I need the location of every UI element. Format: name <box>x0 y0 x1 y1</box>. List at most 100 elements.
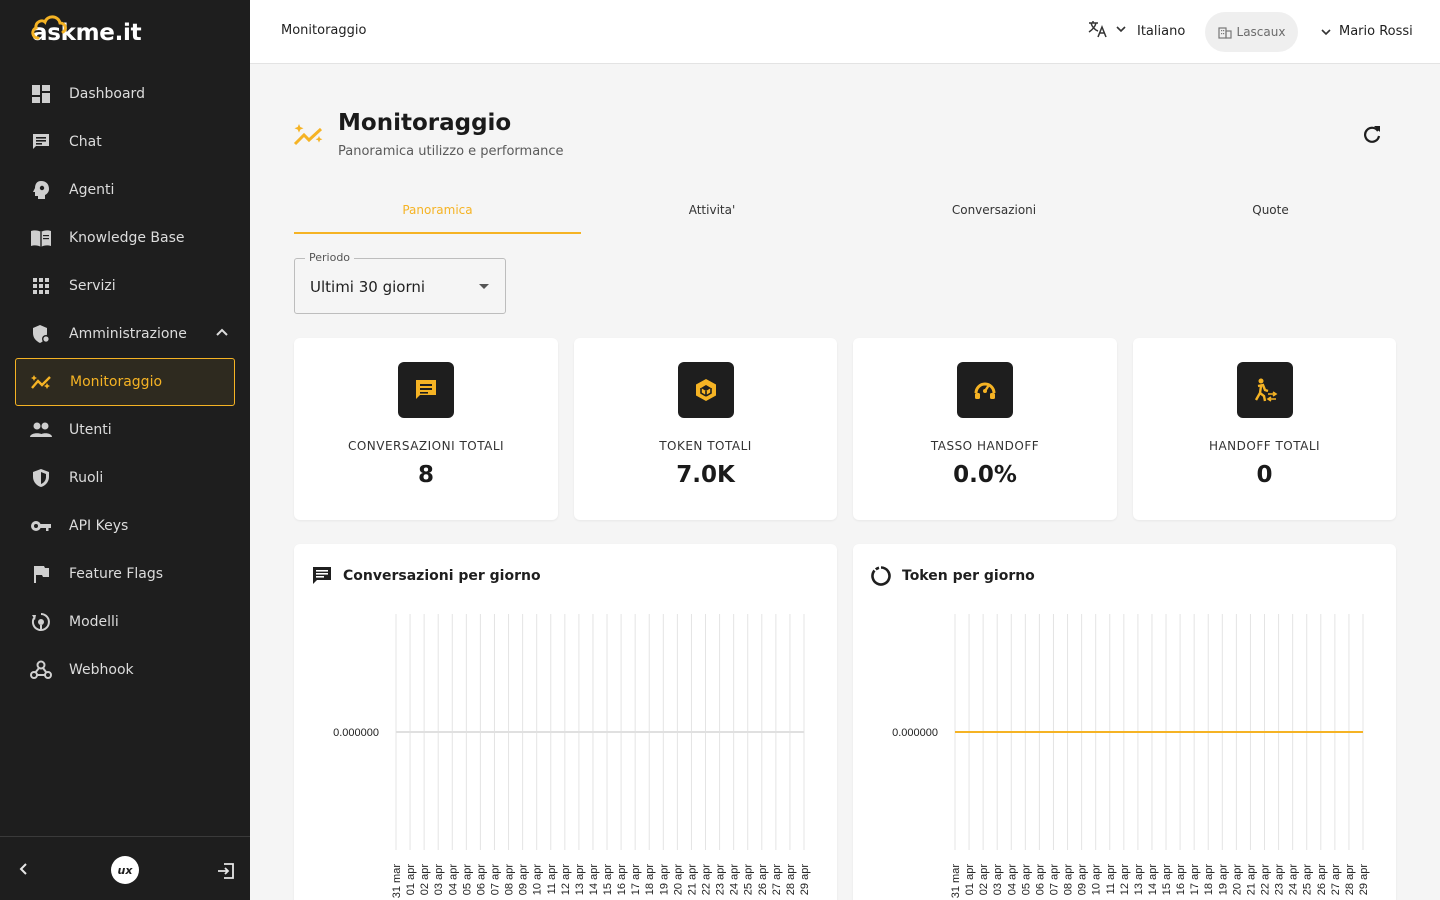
chevron-left-icon[interactable] <box>16 861 32 877</box>
kpi-value: 0.0% <box>953 462 1017 488</box>
x-tick-label: 06 apr <box>1034 864 1046 896</box>
chevron-up-icon[interactable] <box>215 325 229 339</box>
sidebar-item-amministrazione[interactable]: Amministrazione <box>15 310 235 358</box>
x-tick-label: 12 apr <box>560 864 572 896</box>
language-selector[interactable] <box>1088 20 1128 38</box>
flag-icon <box>30 563 52 585</box>
x-tick-label: 09 apr <box>1077 864 1089 896</box>
tab-conversazioni[interactable]: Conversazioni <box>843 192 1145 232</box>
x-tick-label: 29 apr <box>799 864 811 896</box>
chart-card-conversazioni: Conversazioni per giorno 0.000000 31 mar 0… <box>294 544 837 900</box>
sidebar-item-chat[interactable]: Chat <box>15 118 235 166</box>
chevron-down-icon <box>1116 26 1126 33</box>
x-tick-label: 15 apr <box>1161 864 1173 896</box>
tab-bar: Panoramica Attivita' Conversazioni Quote <box>294 192 1396 234</box>
x-tick-label: 19 apr <box>1217 864 1229 896</box>
chart-card-token: Token per giorno 0.000000 31 mar 01 apr 02 … <box>853 544 1396 900</box>
x-tick-label: 18 apr <box>1203 864 1215 896</box>
sidebar-nav: Dashboard Chat Agenti Knowledge Base Ser… <box>15 70 235 694</box>
book-icon <box>30 227 52 249</box>
page-subtitle: Panoramica utilizzo e performance <box>338 144 564 159</box>
x-tick-label: 01 apr <box>405 864 417 896</box>
app-logo[interactable]: askme.it <box>30 10 142 46</box>
sidebar-item-label: Amministrazione <box>69 326 187 342</box>
x-tick-label: 08 apr <box>504 864 516 896</box>
x-tick-label: 26 apr <box>757 864 769 896</box>
building-icon <box>1217 26 1232 39</box>
tab-panoramica[interactable]: Panoramica <box>294 192 581 234</box>
x-tick-label: 27 apr <box>1330 864 1342 896</box>
sidebar-item-label: Feature Flags <box>69 566 164 582</box>
x-tick-label: 03 apr <box>992 864 1004 896</box>
x-tick-label: 23 apr <box>715 864 727 896</box>
kpi-label: HANDOFF TOTALI <box>1208 439 1321 453</box>
sidebar-item-servizi[interactable]: Servizi <box>15 262 235 310</box>
x-tick-label: 23 apr <box>1274 864 1286 896</box>
x-tick-label: 25 apr <box>1302 864 1314 896</box>
sidebar-item-modelli[interactable]: Modelli <box>15 598 235 646</box>
x-tick-label: 31 mar <box>950 864 962 899</box>
x-tick-label: 07 apr <box>489 864 501 896</box>
x-tick-label: 28 apr <box>785 864 797 896</box>
sidebar-item-label: Webhook <box>69 662 134 678</box>
x-tick-label: 17 apr <box>630 864 642 896</box>
kpi-card-token: TOKEN TOTALI 7.0K <box>574 338 837 520</box>
monitoring-icon <box>293 124 323 146</box>
sidebar-item-label: Agenti <box>69 182 115 198</box>
top-header: Monitoraggio Italiano Lascaux Mario Ross… <box>250 0 1440 64</box>
sidebar-item-api-keys[interactable]: API Keys <box>15 502 235 550</box>
x-tick-label: 27 apr <box>771 864 783 896</box>
page-title: Monitoraggio <box>338 110 512 136</box>
y-tick-label: 0.000000 <box>333 727 379 739</box>
tab-attivita[interactable]: Attivita' <box>581 192 843 232</box>
x-tick-label: 08 apr <box>1063 864 1075 896</box>
x-tick-label: 19 apr <box>658 864 670 896</box>
sidebar-item-agenti[interactable]: Agenti <box>15 166 235 214</box>
sidebar-item-monitoraggio[interactable]: Monitoraggio <box>15 358 235 406</box>
kpi-label: TASSO HANDOFF <box>930 439 1040 453</box>
agent-icon <box>30 179 52 201</box>
x-tick-label: 13 apr <box>574 864 586 896</box>
sidebar-item-label: Chat <box>69 134 102 150</box>
x-tick-label: 07 apr <box>1048 864 1060 896</box>
x-tick-label: 15 apr <box>602 864 614 896</box>
tenant-selector[interactable]: Lascaux <box>1205 12 1298 52</box>
x-tick-label: 22 apr <box>701 864 713 896</box>
x-tick-label: 28 apr <box>1344 864 1356 896</box>
sidebar-item-feature-flags[interactable]: Feature Flags <box>15 550 235 598</box>
x-tick-label: 14 apr <box>1147 864 1159 896</box>
chat-icon <box>398 362 454 418</box>
sidebar-item-label: Ruoli <box>69 470 104 486</box>
chart-token: 0.000000 31 mar 01 apr 02 apr 03 apr 04 apr 05… <box>892 614 1370 899</box>
sidebar-item-webhook[interactable]: Webhook <box>15 646 235 694</box>
sidebar: askme.it Dashboard Chat Agenti Knowledge… <box>0 0 250 900</box>
key-icon <box>30 515 52 537</box>
period-select[interactable]: Periodo Ultimi 30 giorni <box>294 251 506 314</box>
y-tick-label: 0.000000 <box>892 727 938 739</box>
x-tick-label: 22 apr <box>1260 864 1272 896</box>
x-tick-label: 05 apr <box>1020 864 1032 896</box>
language-label[interactable]: Italiano <box>1137 24 1185 39</box>
users-icon <box>30 419 52 441</box>
kpi-card-conversazioni: CONVERSAZIONI TOTALI 8 <box>294 338 558 520</box>
user-menu[interactable]: Mario Rossi <box>1320 24 1413 39</box>
sidebar-item-knowledge-base[interactable]: Knowledge Base <box>15 214 235 262</box>
logout-icon[interactable] <box>217 863 235 879</box>
x-tick-label: 14 apr <box>588 864 600 896</box>
sidebar-item-ruoli[interactable]: Ruoli <box>15 454 235 502</box>
refresh-icon[interactable] <box>1360 123 1384 147</box>
sidebar-item-label: API Keys <box>69 518 129 534</box>
x-tick-label: 13 apr <box>1133 864 1145 896</box>
tab-quote[interactable]: Quote <box>1145 192 1396 232</box>
x-tick-label: 10 apr <box>1091 864 1103 896</box>
sidebar-item-dashboard[interactable]: Dashboard <box>15 70 235 118</box>
ux-logo: ux <box>111 856 139 884</box>
chat-icon <box>30 131 52 153</box>
kpi-value: 0 <box>1256 462 1273 488</box>
sidebar-item-utenti[interactable]: Utenti <box>15 406 235 454</box>
chart-conversazioni: 0.000000 31 mar 01 apr 02 apr 03 apr 04 apr 05… <box>333 614 811 898</box>
shield-icon <box>30 467 52 489</box>
sidebar-item-label: Modelli <box>69 614 119 630</box>
kpi-card-handoff-totali: HANDOFF TOTALI 0 <box>1133 338 1396 520</box>
user-name: Mario Rossi <box>1339 24 1413 39</box>
